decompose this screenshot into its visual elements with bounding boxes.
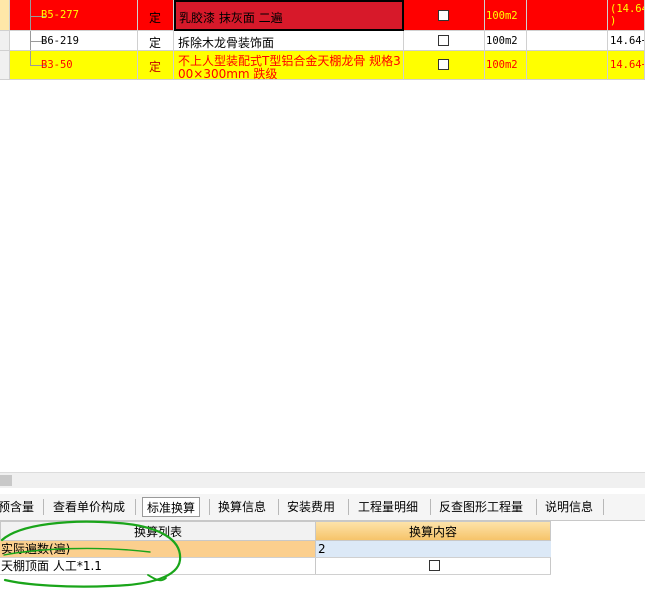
annotation-tail <box>147 574 167 582</box>
qty-cell[interactable]: 14.64+ <box>608 51 645 80</box>
qty-text: 14.64+ <box>610 59 645 71</box>
qty-text-line1: (14.64 <box>610 3 645 15</box>
tab-quota-content[interactable]: 预含量 <box>0 497 38 517</box>
table-row[interactable]: 实际遍数(遍) 2 <box>0 541 551 558</box>
row-indicator[interactable] <box>0 51 10 80</box>
quota-row[interactable]: B5-277 定 乳胶漆 抹灰面 二遍 100m2 (14.64 ) <box>0 0 645 31</box>
tab-divider <box>536 499 537 515</box>
type-text: 定 <box>149 36 162 50</box>
name-text-line2: 00×300mm 跌级 <box>178 67 278 80</box>
checkbox-cell[interactable] <box>404 51 485 80</box>
qty-text-line2: ) <box>610 15 617 27</box>
type-cell[interactable]: 定 <box>138 0 174 31</box>
tab-divider <box>135 499 136 515</box>
qty-text: 14.64+ <box>610 35 645 47</box>
checkbox-cell[interactable] <box>404 31 485 51</box>
tab-reverse-lookup[interactable]: 反查图形工程量 <box>435 497 527 517</box>
tab-unit-price[interactable]: 查看单价构成 <box>49 497 129 517</box>
name-cell-selected[interactable]: 乳胶漆 抹灰面 二遍 <box>174 0 404 31</box>
scrollbar-thumb[interactable] <box>0 475 12 486</box>
tab-divider <box>43 499 44 515</box>
code-cell[interactable]: B3-50 <box>10 51 138 80</box>
tab-divider <box>278 499 279 515</box>
table-row[interactable]: 天棚顶面 人工*1.1 <box>0 558 551 575</box>
unit-cell[interactable]: 100m2 <box>485 31 527 51</box>
row-indicator[interactable] <box>0 31 10 51</box>
code-text: B3-50 <box>41 59 73 71</box>
tab-quantity-detail[interactable]: 工程量明细 <box>354 497 422 517</box>
checkbox[interactable] <box>438 59 449 70</box>
row-value-input[interactable]: 2 <box>315 541 551 557</box>
tab-install-fee[interactable]: 安装费用 <box>283 497 339 517</box>
type-cell[interactable]: 定 <box>138 31 174 51</box>
row-indicator[interactable] <box>0 0 10 31</box>
tab-divider <box>430 499 431 515</box>
unit-text: 100m2 <box>486 10 518 22</box>
tab-conversion-info[interactable]: 换算信息 <box>214 497 270 517</box>
quota-row[interactable]: B6-219 定 拆除木龙骨装饰面 100m2 14.64+ <box>0 31 645 51</box>
code-cell[interactable]: B5-277 <box>10 0 138 31</box>
blank-cell[interactable] <box>527 51 608 80</box>
name-cell[interactable]: 不上人型装配式T型铝合金天棚龙骨 规格3 00×300mm 跌级 <box>174 51 404 80</box>
tab-divider <box>348 499 349 515</box>
tab-standard-conversion[interactable]: 标准换算 <box>142 497 201 517</box>
code-text: B6-219 <box>41 35 79 47</box>
name-cell[interactable]: 拆除木龙骨装饰面 <box>174 31 404 51</box>
row-label: 天棚顶面 人工*1.1 <box>0 558 315 574</box>
qty-cell[interactable]: 14.64+ <box>608 31 645 51</box>
row-value-checkbox-cell[interactable] <box>315 558 551 574</box>
bottom-tabbar: 预含量 查看单价构成 标准换算 换算信息 安装费用 工程量明细 反查图形工程量 … <box>0 494 645 521</box>
checkbox[interactable] <box>438 35 449 46</box>
code-text: B5-277 <box>41 9 79 21</box>
name-text: 拆除木龙骨装饰面 <box>178 36 275 50</box>
unit-cell[interactable]: 100m2 <box>485 0 527 31</box>
name-text: 乳胶漆 抹灰面 二遍 <box>179 11 283 25</box>
unit-text: 100m2 <box>486 59 518 71</box>
column-header-conversion-content: 换算内容 <box>315 521 551 541</box>
unit-cell[interactable]: 100m2 <box>485 51 527 80</box>
row-label: 实际遍数(遍) <box>0 541 315 557</box>
type-cell[interactable]: 定 <box>138 51 174 80</box>
unit-text: 100m2 <box>486 35 518 47</box>
blank-cell[interactable] <box>527 31 608 51</box>
column-header-conversion-list: 换算列表 <box>0 521 316 541</box>
horizontal-scrollbar[interactable] <box>0 472 645 488</box>
checkbox-cell[interactable] <box>404 0 485 31</box>
checkbox[interactable] <box>438 10 449 21</box>
quota-row[interactable]: B3-50 定 不上人型装配式T型铝合金天棚龙骨 规格3 00×300mm 跌级… <box>0 51 645 80</box>
type-text: 定 <box>149 11 162 25</box>
checkbox[interactable] <box>429 560 440 571</box>
qty-cell[interactable]: (14.64 ) <box>608 0 645 31</box>
code-cell[interactable]: B6-219 <box>10 31 138 51</box>
tab-divider <box>209 499 210 515</box>
tab-divider <box>603 499 604 515</box>
tab-description[interactable]: 说明信息 <box>541 497 597 517</box>
blank-cell[interactable] <box>527 0 608 31</box>
type-text: 定 <box>149 60 162 74</box>
